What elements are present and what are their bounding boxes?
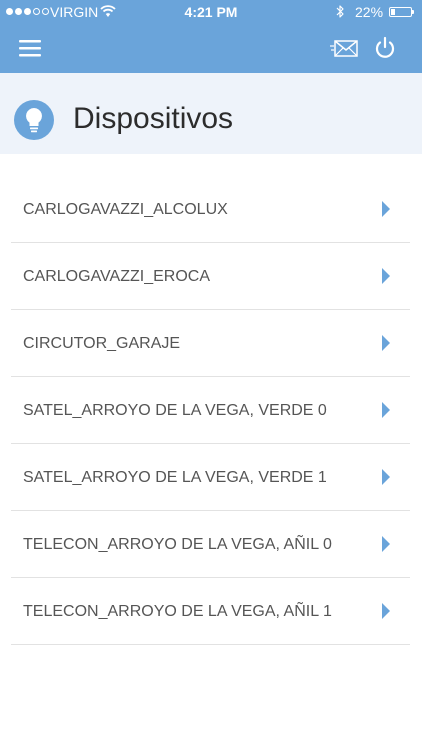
device-list-item[interactable]: TELECON_ARROYO DE LA VEGA, AÑIL 1 <box>11 578 410 645</box>
lightbulb-icon <box>14 100 54 140</box>
chevron-right-icon <box>382 469 390 485</box>
device-list-item[interactable]: CARLOGAVAZZI_ALCOLUX <box>11 176 410 243</box>
chevron-right-icon <box>382 536 390 552</box>
mail-icon[interactable] <box>330 37 360 61</box>
chevron-right-icon <box>382 335 390 351</box>
device-list: CARLOGAVAZZI_ALCOLUX CARLOGAVAZZI_EROCA … <box>11 176 410 645</box>
device-list-item[interactable]: CARLOGAVAZZI_EROCA <box>11 243 410 310</box>
chevron-right-icon <box>382 603 390 619</box>
device-name: SATEL_ARROYO DE LA VEGA, VERDE 0 <box>23 402 327 419</box>
status-bar: VIRGIN 4:21 PM 22% <box>0 0 422 24</box>
nav-bar <box>0 24 422 73</box>
device-list-item[interactable]: TELECON_ARROYO DE LA VEGA, AÑIL 0 <box>11 511 410 578</box>
device-list-item[interactable]: SATEL_ARROYO DE LA VEGA, VERDE 1 <box>11 444 410 511</box>
battery-fill <box>391 9 395 15</box>
page-title: Dispositivos <box>73 102 234 135</box>
battery-icon <box>389 7 412 17</box>
battery-cap <box>412 10 414 14</box>
device-name: CARLOGAVAZZI_ALCOLUX <box>23 201 228 218</box>
device-name: CIRCUTOR_GARAJE <box>23 335 181 352</box>
battery-percentage: 22% <box>355 4 384 20</box>
chevron-right-icon <box>382 268 390 284</box>
chevron-right-icon <box>382 201 390 217</box>
bluetooth-icon <box>336 5 344 18</box>
page-header: Dispositivos <box>0 73 422 154</box>
device-list-item[interactable]: CIRCUTOR_GARAJE <box>11 310 410 377</box>
device-name: TELECON_ARROYO DE LA VEGA, AÑIL 0 <box>23 536 332 553</box>
top-bar: VIRGIN 4:21 PM 22% <box>0 0 422 73</box>
device-name: TELECON_ARROYO DE LA VEGA, AÑIL 1 <box>23 603 332 620</box>
device-name: CARLOGAVAZZI_EROCA <box>23 268 210 285</box>
device-name: SATEL_ARROYO DE LA VEGA, VERDE 1 <box>23 469 327 486</box>
hamburger-menu-icon[interactable] <box>16 34 46 64</box>
power-icon[interactable] <box>372 35 398 61</box>
chevron-right-icon <box>382 402 390 418</box>
device-list-item[interactable]: SATEL_ARROYO DE LA VEGA, VERDE 0 <box>11 377 410 444</box>
